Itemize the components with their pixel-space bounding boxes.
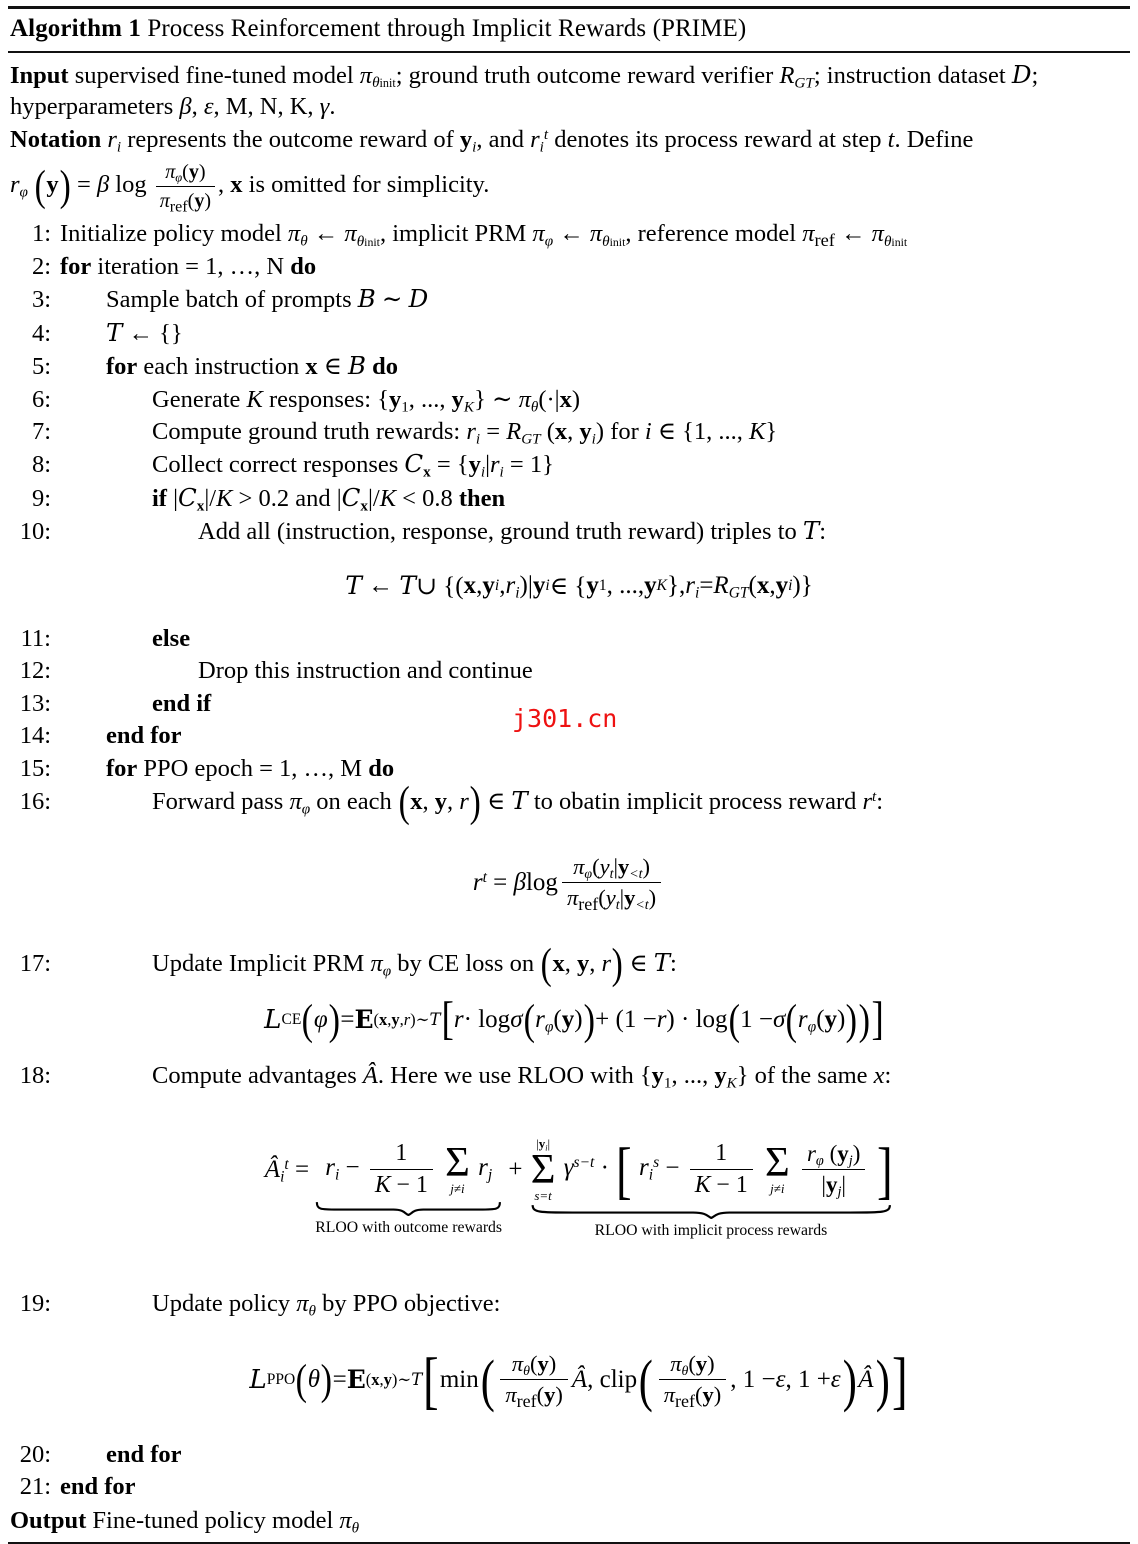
- algorithm-lines: 1: Initialize policy model πθ ← πθinit, …: [8, 215, 1130, 1504]
- line-number: 7:: [31, 417, 51, 445]
- algorithm-line: 15: for PPO epoch = 1, …, M do: [8, 753, 1130, 785]
- line-number: 11:: [20, 624, 51, 652]
- line-body: for each instruction x ∈ B do: [106, 351, 399, 381]
- algorithm-line: 18: Compute advantages Â. Here we use RL…: [8, 1060, 1130, 1092]
- output-text: Fine-tuned policy model: [92, 1506, 334, 1534]
- brace-glyph: [529, 1204, 894, 1219]
- algorithm-line: 8: Collect correct responses Cx = {yi|ri…: [8, 448, 1130, 481]
- algorithm-line: 20: end for: [8, 1439, 1130, 1471]
- line-body: else: [152, 624, 191, 652]
- keyword-for: for: [106, 754, 138, 782]
- line-number: 4:: [31, 319, 51, 347]
- keyword-for: for: [60, 252, 92, 280]
- algorithm-line: 2: for iteration = 1, …, N do: [8, 251, 1130, 283]
- line-body: if |Cx|/K > 0.2 and |Cx|/K < 0.8 then: [152, 482, 506, 515]
- input-keyword: Input: [10, 61, 69, 89]
- algorithm-line: 1: Initialize policy model πθ ← πθinit, …: [8, 218, 1130, 250]
- line-body: Add all (instruction, response, ground t…: [198, 516, 827, 546]
- underbrace-label: RLOO with implicit process rewards: [594, 1222, 828, 1240]
- line-number: 2:: [31, 252, 51, 280]
- line-number: 16:: [19, 788, 51, 816]
- algorithm-line: 4: T ← {}: [8, 317, 1130, 350]
- output-line: Output Fine-tuned policy model πθ: [8, 1504, 1130, 1537]
- line-number: 9:: [31, 484, 51, 512]
- output-keyword: Output: [10, 1506, 87, 1534]
- line-number: 5:: [31, 353, 51, 381]
- algorithm-line: 19: Update policy πθ by PPO objective:: [8, 1288, 1130, 1320]
- notation-line: Notation ri represents the outcome rewar…: [10, 126, 974, 156]
- underbrace-outcome: ri − 1K − 1 Σj≠i rj RLOO with outcome re…: [315, 1138, 503, 1236]
- line-body: Generate K responses: {y1, ..., yK} ∼ πθ…: [152, 385, 581, 415]
- keyword-then: then: [458, 484, 506, 512]
- algorithm-label: Algorithm 1: [10, 15, 141, 42]
- equation-line19: L PPO(θ) = E (x,y)∼T [min ( πθ(y) πref(y) …: [249, 1345, 908, 1416]
- notation-definition: rφ (y) = β log πφ(y) πref(y) , x is omit…: [10, 161, 490, 216]
- algorithm-line: 21: end for: [8, 1471, 1130, 1503]
- line-number: 6:: [31, 385, 51, 413]
- line-number: 3:: [31, 286, 51, 314]
- algorithm-title: Algorithm 1 Process Reinforcement throug…: [8, 9, 1130, 47]
- keyword-for: for: [106, 353, 138, 381]
- underbrace-label: RLOO with outcome rewards: [315, 1218, 503, 1236]
- line-number: 1:: [31, 220, 51, 248]
- algorithm-line: 7: Compute ground truth rewards: ri = RG…: [8, 416, 1130, 448]
- line-body: Update Implicit PRM πφ by CE loss on (x,…: [152, 940, 677, 988]
- equation-line16: rt = β log πφ(yt|y<t) πref(yt|y<t): [8, 819, 1130, 947]
- page-title: Process Reinforcement through Implicit R…: [147, 15, 747, 42]
- line-number: 21:: [19, 1473, 51, 1501]
- equation-line18: Âit = ri − 1K − 1 Σj≠i rj RLOO with outc…: [264, 1134, 894, 1240]
- line-body: for PPO epoch = 1, …, M do: [106, 754, 395, 782]
- brace-glyph: [315, 1201, 502, 1216]
- line-body: Forward pass πφ on each (x, y, r) ∈ T to…: [152, 779, 884, 827]
- underbrace-process: |yi| Σs=t γs−t · [ ris − 1K − 1 Σj≠i rφ (…: [529, 1134, 894, 1240]
- equation-line10: T ← T ∪ {(x, yi, ri)| y i ∈ {y 1, ..., y K},…: [345, 571, 813, 602]
- line-body: Initialize policy model πθ ← πθinit, imp…: [60, 220, 908, 251]
- bottom-rule: [8, 1541, 1130, 1544]
- keyword-do: do: [372, 353, 399, 381]
- line-body: Compute advantages Â. Here we use RLOO w…: [152, 1061, 892, 1092]
- preamble: Input supervised fine-tuned model πθinit…: [8, 57, 1130, 216]
- output-symbol: πθ: [339, 1506, 360, 1537]
- line-number: 13:: [19, 689, 51, 717]
- line-number: 20:: [19, 1440, 51, 1468]
- notation-keyword: Notation: [10, 126, 102, 154]
- algorithm-line: 6: Generate K responses: {y1, ..., yK} ∼…: [8, 384, 1130, 416]
- line-body: Drop this instruction and continue: [198, 657, 533, 685]
- keyword-do: do: [368, 754, 395, 782]
- algorithm-line: 16: Forward pass πφ on each (x, y, r) ∈ …: [8, 779, 1130, 827]
- keyword-do: do: [290, 252, 317, 280]
- line-number: 14:: [19, 722, 51, 750]
- line-number: 10:: [19, 518, 51, 546]
- line-number: 12:: [19, 657, 51, 685]
- algorithm-line: 3: Sample batch of prompts B ∼ D: [8, 283, 1130, 316]
- algorithm-line: 10: Add all (instruction, response, grou…: [8, 515, 1130, 548]
- equation-line17: L CE(φ) = E (x,y,r)∼T [r · log σ (rφ (y)) …: [264, 993, 884, 1045]
- line-number: 18:: [19, 1061, 51, 1089]
- line-body: for iteration = 1, …, N do: [60, 252, 317, 280]
- algorithm-line: 5: for each instruction x ∈ B do: [8, 350, 1130, 383]
- line-number: 15:: [19, 754, 51, 782]
- line-body: Update policy πθ by PPO objective:: [152, 1290, 501, 1320]
- algorithm-line: 17: Update Implicit PRM πφ by CE loss on…: [8, 940, 1130, 988]
- line-number: 8:: [31, 451, 51, 479]
- algorithm-line: 11: else: [8, 623, 1130, 655]
- keyword-if: if: [152, 484, 167, 512]
- line-body: T ← {}: [106, 317, 183, 347]
- line-body: Sample batch of prompts B ∼ D: [106, 284, 429, 314]
- line-number: 17:: [19, 949, 51, 977]
- line-number: 19:: [19, 1290, 51, 1318]
- line-body: end for: [60, 1473, 136, 1501]
- algorithm-block: Algorithm 1 Process Reinforcement throug…: [8, 6, 1130, 1544]
- input-line: Input supervised fine-tuned model πθinit…: [10, 59, 1039, 121]
- algorithm-line: 9: if |Cx|/K > 0.2 and |Cx|/K < 0.8 then: [8, 482, 1130, 515]
- line-body: Collect correct responses Cx = {yi|ri = …: [152, 449, 554, 481]
- line-body: Compute ground truth rewards: ri = RGT (…: [152, 417, 778, 448]
- title-rule: [8, 50, 1130, 53]
- watermark: j301.cn: [512, 704, 618, 733]
- algorithm-line: 12: Drop this instruction and continue: [8, 655, 1130, 687]
- line-body: end for: [106, 1440, 182, 1468]
